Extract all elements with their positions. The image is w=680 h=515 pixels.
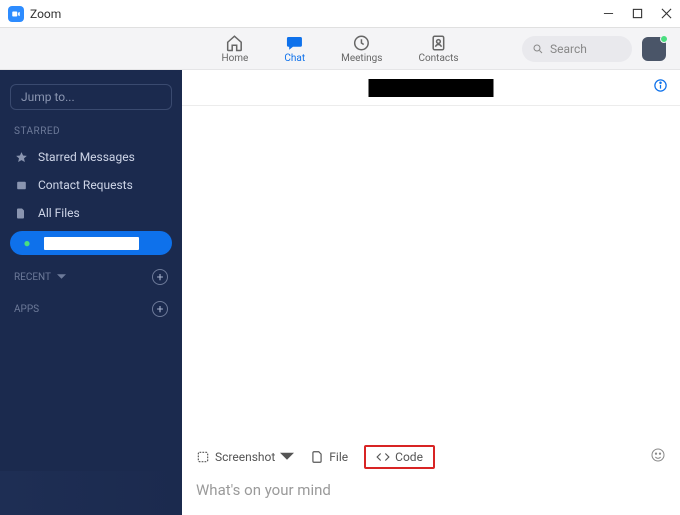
message-input[interactable]: What's on your mind bbox=[196, 477, 666, 499]
compose-area: Screenshot File Code What's on your mind bbox=[182, 435, 680, 515]
emoji-button[interactable] bbox=[650, 447, 666, 467]
search-icon bbox=[532, 43, 544, 55]
sidebar-section-starred: STARRED bbox=[0, 120, 182, 143]
sidebar-item-starred-messages[interactable]: Starred Messages bbox=[0, 143, 182, 171]
chat-icon bbox=[286, 34, 304, 52]
info-icon bbox=[653, 78, 668, 93]
minimize-button[interactable] bbox=[603, 4, 614, 23]
tab-home[interactable]: Home bbox=[221, 34, 248, 64]
chat-messages-area bbox=[182, 106, 680, 435]
code-button[interactable]: Code bbox=[364, 445, 435, 469]
sidebar-item-label: All Files bbox=[38, 206, 80, 220]
zoom-app-icon bbox=[8, 6, 24, 22]
tab-meetings-label: Meetings bbox=[341, 53, 382, 64]
chevron-down-icon bbox=[280, 450, 294, 464]
star-icon bbox=[14, 151, 28, 164]
search-placeholder: Search bbox=[550, 42, 587, 56]
jump-to-input[interactable]: Jump to... bbox=[10, 84, 172, 110]
tab-contacts[interactable]: Contacts bbox=[418, 34, 458, 64]
top-nav: Home Chat Meetings Contacts Search bbox=[0, 28, 680, 70]
info-button[interactable] bbox=[653, 78, 668, 97]
contacts-icon bbox=[430, 34, 448, 52]
user-avatar[interactable] bbox=[642, 37, 666, 61]
screenshot-icon bbox=[196, 450, 210, 464]
add-recent-button[interactable]: + bbox=[152, 269, 168, 285]
close-button[interactable] bbox=[661, 4, 672, 23]
window-title: Zoom bbox=[30, 7, 61, 21]
screenshot-button[interactable]: Screenshot bbox=[196, 450, 294, 464]
sidebar-item-label: Contact Requests bbox=[38, 178, 133, 192]
tab-chat-label: Chat bbox=[284, 53, 305, 64]
sidebar: Jump to... STARRED Starred Messages Cont… bbox=[0, 70, 182, 515]
file-icon bbox=[310, 450, 324, 464]
home-icon bbox=[226, 34, 244, 52]
clock-icon bbox=[353, 34, 371, 52]
sidebar-item-active-chat[interactable]: ● bbox=[10, 231, 172, 255]
sidebar-section-recent[interactable]: RECENT + bbox=[0, 259, 182, 291]
sidebar-section-apps[interactable]: APPS + bbox=[0, 291, 182, 323]
sidebar-item-contact-requests[interactable]: Contact Requests bbox=[0, 171, 182, 199]
request-icon bbox=[14, 179, 28, 192]
presence-icon: ● bbox=[20, 236, 34, 250]
add-app-button[interactable]: + bbox=[152, 301, 168, 317]
sidebar-footer bbox=[0, 471, 182, 515]
maximize-button[interactable] bbox=[632, 4, 643, 23]
search-input[interactable]: Search bbox=[522, 36, 632, 62]
chat-header bbox=[182, 70, 680, 106]
titlebar: Zoom bbox=[0, 0, 680, 28]
file-icon bbox=[14, 207, 28, 220]
tab-home-label: Home bbox=[221, 53, 248, 64]
chat-panel: Screenshot File Code What's on your mind bbox=[182, 70, 680, 515]
tab-meetings[interactable]: Meetings bbox=[341, 34, 382, 64]
tab-contacts-label: Contacts bbox=[418, 53, 458, 64]
file-button[interactable]: File bbox=[310, 450, 348, 464]
sidebar-item-all-files[interactable]: All Files bbox=[0, 199, 182, 227]
chat-title-redacted bbox=[369, 79, 494, 97]
sidebar-item-label: Starred Messages bbox=[38, 150, 135, 164]
redacted-name bbox=[44, 237, 139, 250]
code-icon bbox=[376, 450, 390, 464]
chevron-down-icon bbox=[57, 274, 66, 280]
presence-dot bbox=[660, 35, 668, 43]
tab-chat[interactable]: Chat bbox=[284, 34, 305, 64]
emoji-icon bbox=[650, 447, 666, 463]
